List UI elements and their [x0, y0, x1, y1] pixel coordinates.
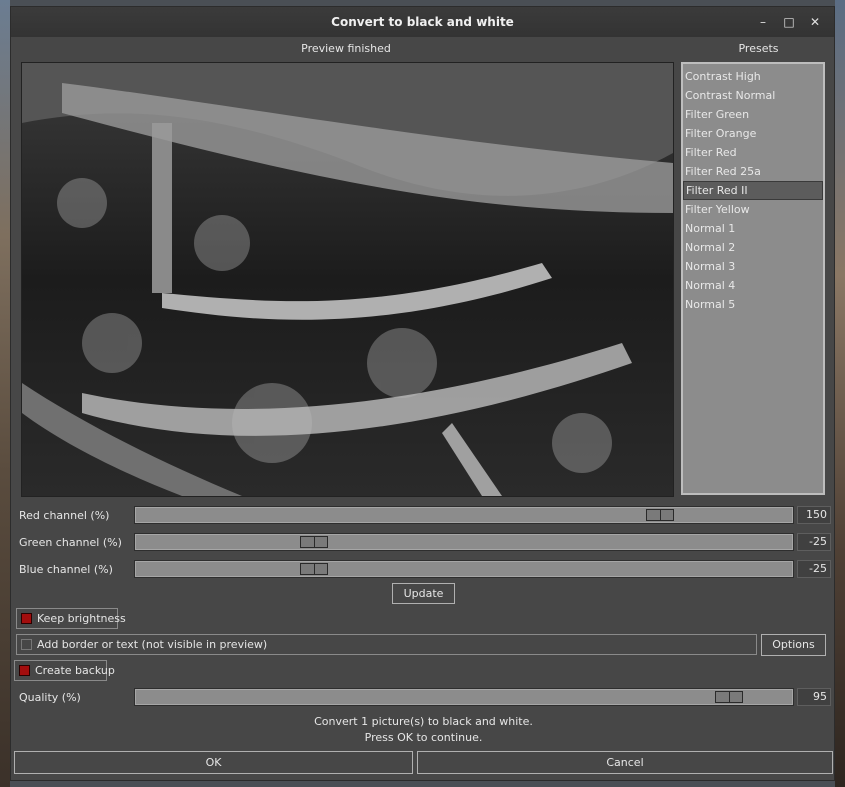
red-channel-slider[interactable]: [134, 506, 794, 524]
presets-label: Presets: [738, 42, 779, 55]
preset-item[interactable]: Filter Yellow: [683, 200, 823, 219]
window-title: Convert to black and white: [331, 15, 514, 29]
blue-channel-thumb[interactable]: [300, 563, 329, 575]
preset-item[interactable]: Filter Red: [683, 143, 823, 162]
status-line-2: Press OK to continue.: [364, 731, 483, 744]
ok-button[interactable]: OK: [14, 751, 413, 774]
red-channel-value[interactable]: 150: [797, 506, 831, 524]
green-channel-thumb[interactable]: [300, 536, 329, 548]
desktop-background-right: [835, 0, 845, 787]
update-button[interactable]: Update: [392, 583, 455, 604]
border-text-check-icon[interactable]: [21, 639, 32, 650]
quality-value[interactable]: 95: [797, 688, 831, 706]
preset-item[interactable]: Filter Green: [683, 105, 823, 124]
border-text-label: Add border or text (not visible in previ…: [37, 638, 268, 651]
preset-item[interactable]: Normal 1: [683, 219, 823, 238]
options-button[interactable]: Options: [761, 634, 826, 656]
preset-item[interactable]: Contrast Normal: [683, 86, 823, 105]
minimize-icon[interactable]: –: [754, 13, 772, 31]
create-backup-checkbox[interactable]: Create backup: [14, 660, 115, 681]
red-channel-row: Red channel (%) 150: [11, 506, 836, 526]
green-channel-slider[interactable]: [134, 533, 794, 551]
cancel-button[interactable]: Cancel: [417, 751, 833, 774]
preview-image: [21, 62, 674, 497]
preview-label: Preview finished: [301, 42, 391, 55]
green-channel-row: Green channel (%) -25: [11, 533, 836, 553]
preset-item[interactable]: Normal 2: [683, 238, 823, 257]
green-channel-value[interactable]: -25: [797, 533, 831, 551]
create-backup-check-icon[interactable]: [19, 665, 30, 676]
blue-channel-label: Blue channel (%): [19, 563, 113, 576]
border-text-checkbox[interactable]: Add border or text (not visible in previ…: [16, 634, 757, 655]
keep-brightness-label: Keep brightness: [37, 612, 126, 625]
green-channel-label: Green channel (%): [19, 536, 122, 549]
preset-item[interactable]: Filter Red 25a: [683, 162, 823, 181]
close-icon[interactable]: ✕: [806, 13, 824, 31]
red-channel-thumb[interactable]: [645, 509, 674, 521]
preset-item[interactable]: Normal 5: [683, 295, 823, 314]
keep-brightness-checkbox[interactable]: Keep brightness: [16, 608, 126, 629]
dialog-window: Convert to black and white – □ ✕ Preview…: [10, 6, 835, 781]
quality-slider[interactable]: [134, 688, 794, 706]
quality-label: Quality (%): [19, 691, 81, 704]
desktop-background-left: [0, 0, 10, 787]
blue-channel-slider[interactable]: [134, 560, 794, 578]
red-channel-label: Red channel (%): [19, 509, 110, 522]
quality-thumb[interactable]: [714, 691, 743, 703]
preset-item[interactable]: Filter Red II: [683, 181, 823, 200]
keep-brightness-check-icon[interactable]: [21, 613, 32, 624]
blue-channel-row: Blue channel (%) -25: [11, 560, 836, 580]
status-line-1: Convert 1 picture(s) to black and white.: [314, 715, 533, 728]
maximize-icon[interactable]: □: [780, 13, 798, 31]
preset-item[interactable]: Normal 4: [683, 276, 823, 295]
preset-item[interactable]: Contrast High: [683, 67, 823, 86]
create-backup-label: Create backup: [35, 664, 115, 677]
blue-channel-value[interactable]: -25: [797, 560, 831, 578]
preset-item[interactable]: Filter Orange: [683, 124, 823, 143]
titlebar: Convert to black and white – □ ✕: [11, 7, 834, 37]
preset-item[interactable]: Normal 3: [683, 257, 823, 276]
quality-row: Quality (%) 95: [11, 688, 836, 708]
presets-list[interactable]: Contrast High Contrast Normal Filter Green…: [681, 62, 825, 495]
